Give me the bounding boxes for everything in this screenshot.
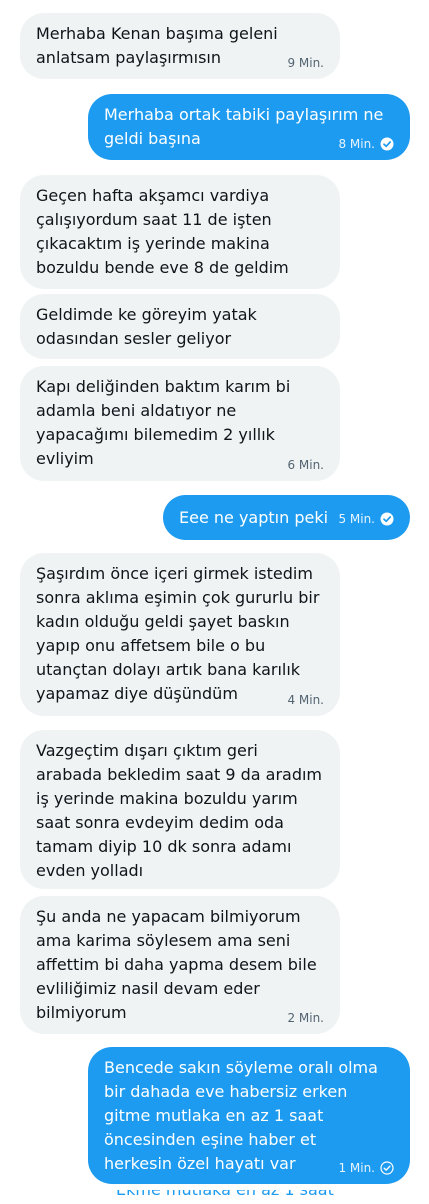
message-time: 9 Min. (287, 56, 324, 70)
message-meta: 5 Min. (338, 511, 394, 527)
message-bubble-incoming[interactable]: Şaşırdım önce içeri girmek istedim sonra… (20, 553, 340, 716)
message-meta: 8 Min. (338, 136, 394, 152)
message-time: 2 Min. (287, 1011, 324, 1025)
message-time: 8 Min. (338, 137, 375, 151)
message-text: Şu anda ne yapacam bilmiyorum ama karima… (36, 907, 317, 1022)
message-text: Kapı deliğinden baktım karım bi adamla b… (36, 377, 291, 468)
message-bubble-incoming[interactable]: Vazgeçtim dışarı çıktım geri arabada bek… (20, 730, 340, 889)
message-time: 5 Min. (338, 512, 375, 526)
message-time: 1 Min. (338, 1161, 375, 1175)
message-bubble-incoming[interactable]: Kapı deliğinden baktım karım bi adamla b… (20, 366, 340, 481)
message-meta: 4 Min. (287, 692, 324, 708)
read-check-icon (380, 512, 394, 526)
message-text: Şaşırdım önce içeri girmek istedim sonra… (36, 564, 320, 703)
cut-off-message-text: Ekme mutlaka en az 1 saat (88, 1190, 410, 1204)
message-text: Geldimde ke göreyim yatak odasından sesl… (36, 305, 257, 348)
message-text: Bencede sakın söyleme oralı olma bir dah… (104, 1058, 378, 1173)
message-meta: 6 Min. (287, 457, 324, 473)
message-text: Merhaba Kenan başıma geleni anlatsam pay… (36, 24, 278, 67)
message-text: Vazgeçtim dışarı çıktım geri arabada bek… (36, 741, 323, 880)
message-bubble-outgoing[interactable]: Bencede sakın söyleme oralı olma bir dah… (88, 1047, 410, 1184)
message-bubble-incoming[interactable]: Geçen hafta akşamcı vardiya çalışıyordum… (20, 175, 340, 289)
message-bubble-incoming[interactable]: Şu anda ne yapacam bilmiyorum ama karima… (20, 896, 340, 1034)
message-text: Geçen hafta akşamcı vardiya çalışıyordum… (36, 186, 289, 277)
message-time: 6 Min. (287, 458, 324, 472)
sent-check-icon (380, 1161, 394, 1175)
read-check-icon (380, 137, 394, 151)
message-meta: 2 Min. (287, 1010, 324, 1026)
message-meta: 1 Min. (338, 1160, 394, 1176)
message-bubble-incoming[interactable]: Geldimde ke göreyim yatak odasından sesl… (20, 294, 340, 359)
message-bubble-outgoing[interactable]: Merhaba ortak tabiki paylaşırım ne geldi… (88, 94, 410, 160)
message-bubble-incoming[interactable]: Merhaba Kenan başıma geleni anlatsam pay… (20, 13, 340, 79)
message-bubble-outgoing[interactable]: Eee ne yaptın peki 5 Min. (163, 495, 410, 540)
message-meta: 9 Min. (287, 55, 324, 71)
message-time: 4 Min. (287, 693, 324, 707)
